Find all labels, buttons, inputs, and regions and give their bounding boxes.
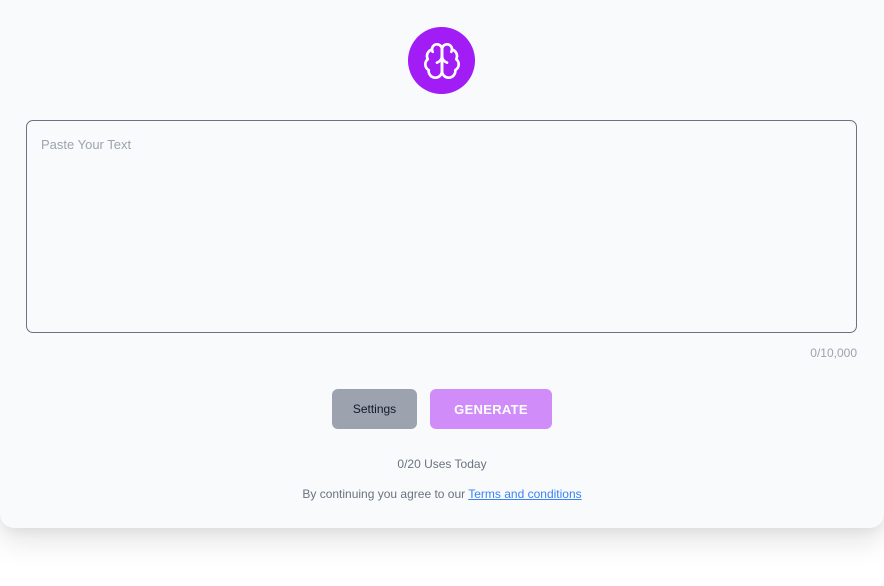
usage-counter: 0/20 Uses Today xyxy=(397,457,487,471)
main-card: 0/10,000 Settings GENERATE 0/20 Uses Tod… xyxy=(0,0,884,528)
terms-prefix: By continuing you agree to our xyxy=(302,487,469,501)
app-logo xyxy=(408,27,475,94)
terms-notice: By continuing you agree to our Terms and… xyxy=(0,487,884,501)
generate-button[interactable]: GENERATE xyxy=(430,389,552,429)
text-input[interactable] xyxy=(26,120,857,333)
settings-button[interactable]: Settings xyxy=(332,389,417,429)
terms-link[interactable]: Terms and conditions xyxy=(468,487,581,501)
character-counter: 0/10,000 xyxy=(810,346,857,360)
brain-icon xyxy=(423,42,460,79)
page: 0/10,000 Settings GENERATE 0/20 Uses Tod… xyxy=(0,0,884,586)
